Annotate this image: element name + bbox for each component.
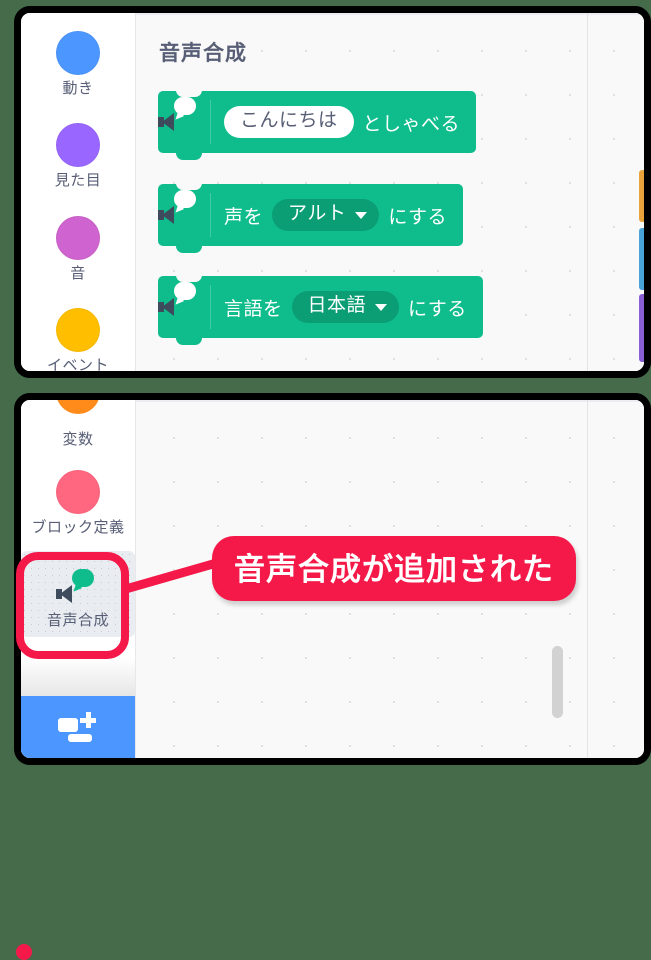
highlight-ring-text-to-speech <box>16 552 129 659</box>
voice-dropdown-value: アルト <box>288 203 347 225</box>
category-dot-sound <box>56 215 100 260</box>
palette-workspace-divider <box>587 400 588 758</box>
edge-tab-blue[interactable] <box>639 228 644 290</box>
edge-tab-purple[interactable] <box>639 294 644 362</box>
text-to-speech-icon <box>158 276 210 338</box>
sidebar-item-label: 変数 <box>62 431 94 448</box>
sidebar-item-sound[interactable]: 音 <box>21 208 135 284</box>
block-speak[interactable]: こんにちは としゃべる <box>158 90 477 160</box>
chevron-down-icon <box>375 303 388 311</box>
sidebar-item-label: ブロック定義 <box>31 519 125 537</box>
category-dot-variables[interactable] <box>56 400 100 414</box>
callout-text: 音声合成が追加された <box>234 552 554 587</box>
sidebar-item-label: 動き <box>62 80 94 97</box>
edge-tab-orange[interactable] <box>639 170 644 222</box>
callout-bubble: 音声合成が追加された <box>212 536 576 601</box>
palette-top-edge <box>136 13 644 15</box>
block-category-sidebar-top[interactable]: 動き 見た目 音 イベント <box>21 13 136 371</box>
block-set-language[interactable]: 言語を 日本語 にする <box>158 275 483 345</box>
category-dot-events <box>56 307 100 352</box>
sidebar-item-label: イベント <box>46 356 109 371</box>
sidebar-item-variables[interactable]: 変数 <box>21 418 135 450</box>
scratch-editor-panel-top: 動き 見た目 音 イベント 音声合成 こんにちは としゃべる 声を アルト にす… <box>14 6 651 378</box>
sidebar-item-motion[interactable]: 動き <box>21 23 135 99</box>
language-dropdown[interactable]: 日本語 <box>291 291 400 323</box>
chevron-down-icon <box>355 211 368 219</box>
block-label: としゃべる <box>362 113 461 135</box>
block-label: にする <box>388 206 448 228</box>
category-dot-motion <box>56 31 100 75</box>
palette-category-title: 音声合成 <box>159 42 247 65</box>
sidebar-item-looks[interactable]: 見た目 <box>21 115 135 191</box>
block-label: にする <box>408 298 467 320</box>
palette-workspace-divider <box>587 13 588 371</box>
speak-text-input[interactable]: こんにちは <box>224 106 354 138</box>
block-label: 声を <box>224 206 264 228</box>
sidebar-item-label: 音 <box>70 264 86 282</box>
vertical-scrollbar-thumb[interactable] <box>552 646 563 718</box>
sidebar-scroll-fade <box>21 658 135 696</box>
sidebar-item-my-blocks[interactable]: ブロック定義 <box>21 462 135 538</box>
add-extension-button[interactable] <box>21 696 135 758</box>
category-dot-looks <box>56 123 100 168</box>
sidebar-item-events[interactable]: イベント <box>21 300 135 371</box>
language-dropdown-value: 日本語 <box>307 295 367 317</box>
workspace-top-edge <box>136 400 644 402</box>
sidebar-item-label: 見た目 <box>54 172 102 190</box>
block-set-voice[interactable]: 声を アルト にする <box>158 183 464 253</box>
text-to-speech-icon <box>158 91 210 153</box>
block-label: 言語を <box>224 298 283 320</box>
highlight-ring-placeholder <box>16 944 32 960</box>
voice-dropdown[interactable]: アルト <box>272 199 380 231</box>
block-palette-top[interactable]: 音声合成 こんにちは としゃべる 声を アルト にする 言語を 日本語 にする <box>136 13 644 371</box>
text-to-speech-icon <box>158 184 210 246</box>
add-extension-icon <box>56 712 100 742</box>
category-dot-my-blocks <box>56 470 100 515</box>
